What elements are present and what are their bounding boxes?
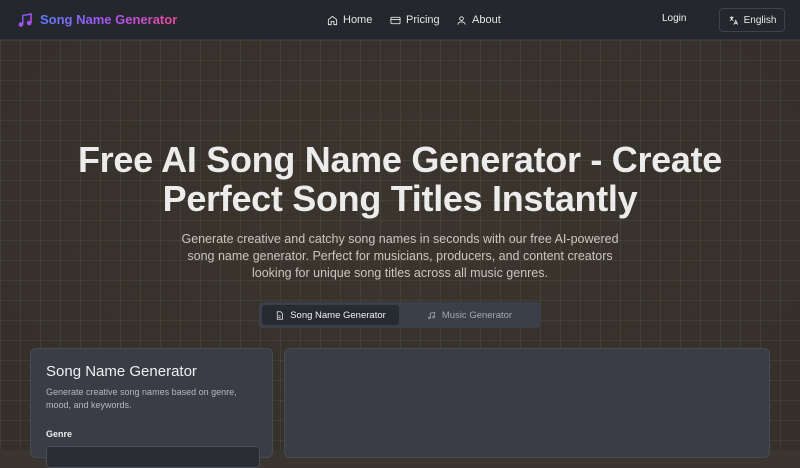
panel-title: Song Name Generator xyxy=(46,363,197,380)
nav-about[interactable]: About xyxy=(456,0,501,40)
nav-pricing[interactable]: Pricing xyxy=(390,0,440,40)
user-icon xyxy=(457,15,466,25)
page-title: Free AI Song Name Generator - Create Per… xyxy=(0,140,800,218)
app-name[interactable]: Song Name Generator xyxy=(40,12,177,27)
card-icon xyxy=(390,16,401,24)
nav-home[interactable]: Home xyxy=(327,0,372,40)
tab-music-generator[interactable]: Music Generator xyxy=(401,305,538,325)
nav-about-label: About xyxy=(472,14,501,26)
language-selector[interactable]: English xyxy=(719,8,785,32)
generator-form-panel: Song Name Generator Generate creative so… xyxy=(30,348,273,468)
tab-music-generator-label: Music Generator xyxy=(441,309,513,321)
nav-home-label: Home xyxy=(343,14,373,26)
nav-pricing-label: Pricing xyxy=(406,14,440,26)
login-button[interactable]: Login xyxy=(662,13,686,24)
genre-select[interactable] xyxy=(46,446,260,468)
music-note-icon xyxy=(428,311,435,319)
page-subtitle: Generate creative and catchy song names … xyxy=(150,231,650,282)
panel-description: Generate creative song names based on ge… xyxy=(46,387,237,410)
music-logo-icon[interactable] xyxy=(16,11,34,29)
document-icon xyxy=(277,310,284,320)
tab-song-name-generator-label: Song Name Generator xyxy=(290,309,386,321)
top-navbar: Song Name Generator Home Pricing About L… xyxy=(0,0,800,40)
genre-label: Genre xyxy=(46,429,73,439)
translate-icon xyxy=(729,15,738,25)
page-subtitle-line-2: song name generator. Perfect for musicia… xyxy=(187,249,613,263)
generator-tabs: Song Name Generator Music Generator xyxy=(259,302,541,328)
page-title-line-1: Free AI Song Name Generator - Create xyxy=(77,139,723,180)
page-subtitle-line-3: looking for unique song titles across al… xyxy=(252,266,548,280)
tab-song-name-generator[interactable]: Song Name Generator xyxy=(262,305,399,325)
page-title-line-2: Perfect Song Titles Instantly xyxy=(162,178,638,219)
page-subtitle-line-1: Generate creative and catchy song names … xyxy=(181,232,619,246)
results-panel xyxy=(284,348,770,458)
home-icon xyxy=(327,15,338,25)
language-label: English xyxy=(743,14,777,26)
